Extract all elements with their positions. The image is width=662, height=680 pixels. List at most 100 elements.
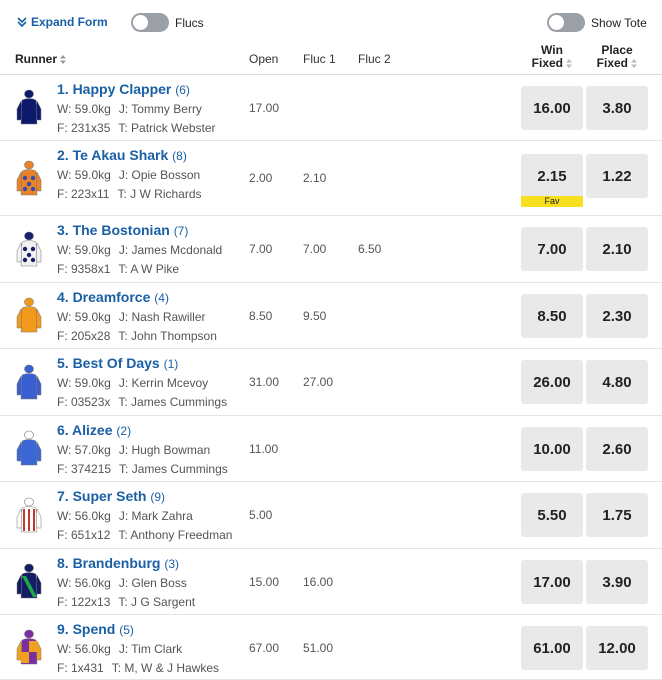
silk-orange-icon xyxy=(14,295,44,335)
runner-form: F: 03523x xyxy=(57,395,111,409)
runner-form: F: 122x13 xyxy=(57,595,111,609)
runner-weight: W: 57.0kg xyxy=(57,443,111,457)
runner-name: 8. Brandenburg xyxy=(57,555,161,571)
show-tote-label: Show Tote xyxy=(591,15,647,30)
win-fixed-odds-button[interactable]: 5.50 xyxy=(521,493,583,537)
win-fixed-odds-button[interactable]: 16.00 xyxy=(521,86,583,130)
place-fixed-odds-button[interactable]: 12.00 xyxy=(586,626,648,670)
runner-weight-jockey: W: 59.0kg J: Tommy Berry xyxy=(57,102,202,116)
silk-white-navy-spots-icon xyxy=(14,229,44,269)
place-header-line2: Fixed xyxy=(596,56,628,70)
place-fixed-odds-button[interactable]: 2.60 xyxy=(586,427,648,471)
expand-form-button[interactable]: Expand Form xyxy=(17,15,108,29)
runner-name-link[interactable]: 7. Super Seth (9) xyxy=(57,488,165,504)
place-fixed-odds-button[interactable]: 3.90 xyxy=(586,560,648,604)
toggle-knob xyxy=(549,15,564,30)
runner-form-trainer: F: 9358x1 T: A W Pike xyxy=(57,262,179,276)
runner-row: 6. Alizee (2) W: 57.0kg J: Hugh Bowman F: 3… xyxy=(0,416,662,482)
open-column-header: Open xyxy=(249,52,279,66)
runner-barrier: (4) xyxy=(154,291,169,305)
runner-jockey: J: Tim Clark xyxy=(118,642,183,656)
place-fixed-odds-button[interactable]: 1.22 xyxy=(586,154,648,198)
runner-form: F: 9358x1 xyxy=(57,262,111,276)
win-fixed-odds-button[interactable]: 7.00 xyxy=(521,227,583,271)
runner-name-link[interactable]: 3. The Bostonian (7) xyxy=(57,222,188,238)
runner-table-header: Runner Open Fluc 1 Fluc 2 Win Fixed Plac… xyxy=(0,44,662,75)
runner-jockey: J: Opie Bosson xyxy=(118,168,201,182)
runner-weight-jockey: W: 59.0kg J: Nash Rawiller xyxy=(57,310,206,324)
expand-form-label: Expand Form xyxy=(31,15,108,29)
runner-jockey: J: James Mcdonald xyxy=(118,243,223,257)
place-fixed-odds-button[interactable]: 1.75 xyxy=(586,493,648,537)
runner-name-link[interactable]: 1. Happy Clapper (6) xyxy=(57,81,190,97)
runner-trainer: T: A W Pike xyxy=(118,262,180,276)
runner-barrier: (9) xyxy=(150,490,166,504)
silk-orange-blue-spots-icon xyxy=(14,158,44,198)
place-fixed-odds-button[interactable]: 2.30 xyxy=(586,294,648,338)
runner-name: 6. Alizee xyxy=(57,422,113,438)
runner-name-link[interactable]: 6. Alizee (2) xyxy=(57,422,131,438)
flucs-toggle[interactable] xyxy=(131,13,169,32)
open-price: 8.50 xyxy=(249,309,273,323)
win-fixed-odds-button[interactable]: 8.50 xyxy=(521,294,583,338)
silk-purple-orange-quarters-icon xyxy=(14,627,44,667)
runner-form-trainer: F: 03523x T: James Cummings xyxy=(57,395,227,409)
place-fixed-odds-button[interactable]: 2.10 xyxy=(586,227,648,271)
silk-navy-icon xyxy=(14,87,44,127)
open-price: 17.00 xyxy=(249,101,280,115)
runner-name-link[interactable]: 2. Te Akau Shark (8) xyxy=(57,147,187,163)
runner-row: 2. Te Akau Shark (8) W: 59.0kg J: Opie Bos… xyxy=(0,141,662,216)
fluc1-price: 2.10 xyxy=(303,171,327,185)
runner-weight-jockey: W: 57.0kg J: Hugh Bowman xyxy=(57,443,210,457)
win-fixed-odds-button[interactable]: 26.00 xyxy=(521,360,583,404)
runner-form-trainer: F: 122x13 T: J G Sargent xyxy=(57,595,195,609)
runner-weight: W: 59.0kg xyxy=(57,168,111,182)
fluc1-price: 9.50 xyxy=(303,309,327,323)
runner-barrier: (6) xyxy=(175,83,190,97)
fluc1-price: 51.00 xyxy=(303,641,334,655)
runner-name: 2. Te Akau Shark xyxy=(57,147,169,163)
runner-weight: W: 59.0kg xyxy=(57,310,111,324)
top-bar: Expand Form Flucs Show Tote xyxy=(0,0,662,44)
fluc1-price: 7.00 xyxy=(303,242,327,256)
win-fixed-odds-button[interactable]: 17.00 xyxy=(521,560,583,604)
runner-name-link[interactable]: 4. Dreamforce (4) xyxy=(57,289,169,305)
runner-name: 5. Best Of Days xyxy=(57,355,160,371)
place-fixed-odds-button[interactable]: 4.80 xyxy=(586,360,648,404)
runner-weight: W: 59.0kg xyxy=(57,243,111,257)
runner-trainer: T: James Cummings xyxy=(119,462,228,476)
toggle-knob xyxy=(133,15,148,30)
runner-row: 9. Spend (5) W: 56.0kg J: Tim Clark F: 1x43… xyxy=(0,615,662,680)
runner-trainer: T: James Cummings xyxy=(118,395,228,409)
runner-trainer: T: J G Sargent xyxy=(118,595,196,609)
runner-barrier: (2) xyxy=(116,424,132,438)
runner-weight: W: 56.0kg xyxy=(57,576,111,590)
win-fixed-odds-button[interactable]: 2.15 xyxy=(521,154,583,198)
open-price: 11.00 xyxy=(249,442,279,456)
place-fixed-odds-button[interactable]: 3.80 xyxy=(586,86,648,130)
win-fixed-odds-button[interactable]: 10.00 xyxy=(521,427,583,471)
runner-weight-jockey: W: 59.0kg J: Opie Bosson xyxy=(57,168,200,182)
runner-name-link[interactable]: 9. Spend (5) xyxy=(57,621,134,637)
runner-name-link[interactable]: 8. Brandenburg (3) xyxy=(57,555,179,571)
runner-name-link[interactable]: 5. Best Of Days (1) xyxy=(57,355,178,371)
runner-form: F: 1x431 xyxy=(57,661,104,675)
double-chevron-down-icon xyxy=(17,17,27,28)
place-fixed-column-header[interactable]: Place Fixed xyxy=(586,44,648,70)
runner-form-trainer: F: 651x12 T: Anthony Freedman xyxy=(57,528,232,542)
runner-name: 7. Super Seth xyxy=(57,488,147,504)
win-fixed-odds-button[interactable]: 61.00 xyxy=(521,626,583,670)
runner-row: 3. The Bostonian (7) W: 59.0kg J: James Mc… xyxy=(0,216,662,283)
runner-weight: W: 59.0kg xyxy=(57,102,111,116)
runner-form-trainer: F: 374215 T: James Cummings xyxy=(57,462,228,476)
win-fixed-column-header[interactable]: Win Fixed xyxy=(521,44,583,70)
runner-name: 1. Happy Clapper xyxy=(57,81,172,97)
open-price: 5.00 xyxy=(249,508,273,522)
silk-royal-blue-icon xyxy=(14,362,44,402)
open-price: 2.00 xyxy=(249,171,273,185)
silk-navy-green-sash-icon xyxy=(14,561,44,601)
silk-royal-blue-white-cap-icon xyxy=(14,428,44,468)
runner-column-header[interactable]: Runner xyxy=(15,52,66,66)
show-tote-toggle[interactable] xyxy=(547,13,585,32)
runner-weight-jockey: W: 56.0kg J: Glen Boss xyxy=(57,576,187,590)
